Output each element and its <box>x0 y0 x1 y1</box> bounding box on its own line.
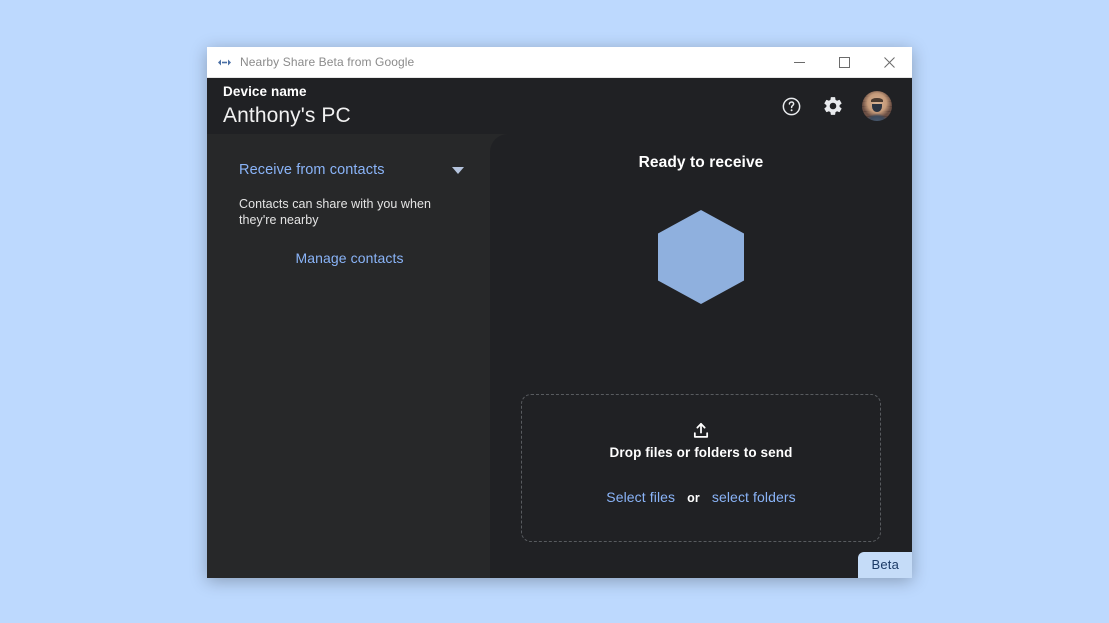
beta-badge[interactable]: Beta <box>858 552 912 578</box>
app-header: Device name Anthony's PC <box>207 78 912 134</box>
visibility-description: Contacts can share with you when they're… <box>239 196 435 228</box>
device-info: Device name Anthony's PC <box>223 83 778 129</box>
nearby-share-icon <box>216 54 232 70</box>
visibility-mode-label: Receive from contacts <box>239 162 452 178</box>
select-files-link[interactable]: Select files <box>606 489 675 505</box>
visibility-panel: Receive from contacts Contacts can share… <box>207 134 490 578</box>
titlebar: Nearby Share Beta from Google <box>207 47 912 78</box>
select-folders-link[interactable]: select folders <box>712 489 796 505</box>
minimize-button[interactable] <box>777 47 822 78</box>
gear-icon[interactable] <box>820 93 846 119</box>
file-dropzone[interactable]: Drop files or folders to send Select fil… <box>521 394 881 542</box>
hexagon-device-icon <box>658 210 744 304</box>
header-actions <box>778 91 892 121</box>
upload-icon <box>690 420 712 442</box>
select-row: Select files or select folders <box>606 489 796 505</box>
receive-panel: Ready to receive Drop files or folders t… <box>490 134 912 578</box>
maximize-button[interactable] <box>822 47 867 78</box>
window-controls <box>777 47 912 78</box>
avatar-beard <box>872 104 883 112</box>
dropzone-prompt: Drop files or folders to send <box>610 445 793 460</box>
visibility-mode-selector[interactable]: Receive from contacts <box>239 162 470 178</box>
help-circle-icon[interactable] <box>778 93 804 119</box>
main-content: Receive from contacts Contacts can share… <box>207 134 912 578</box>
chevron-down-icon <box>452 167 464 174</box>
or-label: or <box>687 491 700 505</box>
device-shape-wrap <box>490 210 912 304</box>
nearby-share-window: Nearby Share Beta from Google Device nam… <box>207 47 912 578</box>
avatar[interactable] <box>862 91 892 121</box>
close-button[interactable] <box>867 47 912 78</box>
window-title: Nearby Share Beta from Google <box>240 55 777 69</box>
status-title: Ready to receive <box>490 154 912 172</box>
device-name-label: Device name <box>223 83 778 101</box>
manage-contacts-link[interactable]: Manage contacts <box>239 250 470 266</box>
avatar-hair <box>871 98 882 103</box>
device-name-value: Anthony's PC <box>223 102 778 129</box>
